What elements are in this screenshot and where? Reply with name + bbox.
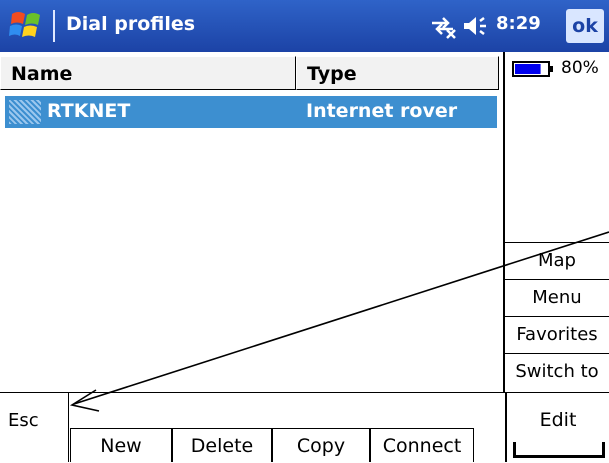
- side-button-switch-to[interactable]: Switch to: [505, 353, 609, 392]
- connectivity-icon[interactable]: [429, 13, 457, 39]
- side-label-switch-to: Switch to: [515, 361, 599, 382]
- side-button-menu[interactable]: Menu: [505, 279, 609, 315]
- new-button[interactable]: New: [70, 428, 172, 462]
- delete-button[interactable]: Delete: [172, 428, 272, 462]
- softkey-bracket: [513, 439, 605, 458]
- side-label-favorites: Favorites: [516, 324, 598, 345]
- window-title: Dial profiles: [66, 13, 196, 35]
- title-separator: [53, 10, 55, 42]
- row-selection-pattern: [9, 100, 41, 124]
- ok-button[interactable]: ok: [566, 9, 604, 43]
- esc-divider: [68, 393, 69, 462]
- column-header-type[interactable]: Type: [296, 56, 499, 90]
- table-header: Name Type: [0, 56, 503, 92]
- row-type: Internet rover: [306, 100, 458, 122]
- side-label-map: Map: [538, 250, 576, 271]
- clock[interactable]: 8:29: [496, 13, 541, 34]
- side-button-map[interactable]: Map: [505, 242, 609, 278]
- speaker-icon[interactable]: [462, 14, 490, 38]
- side-button-favorites[interactable]: Favorites: [505, 316, 609, 352]
- title-bar: Dial profiles 8:29 ok: [0, 0, 609, 52]
- edit-label: Edit: [539, 409, 577, 431]
- battery-icon: [512, 61, 553, 77]
- table-row[interactable]: RTKNET Internet rover: [5, 96, 497, 128]
- column-header-name[interactable]: Name: [0, 56, 296, 90]
- battery-percent: 80%: [561, 58, 599, 78]
- side-label-menu: Menu: [532, 287, 582, 308]
- windows-start-icon[interactable]: [8, 8, 46, 44]
- esc-button[interactable]: Esc: [8, 410, 39, 431]
- row-name: RTKNET: [47, 100, 131, 122]
- copy-button[interactable]: Copy: [272, 428, 370, 462]
- connect-button[interactable]: Connect: [370, 428, 474, 462]
- edit-softkey[interactable]: Edit: [505, 393, 609, 462]
